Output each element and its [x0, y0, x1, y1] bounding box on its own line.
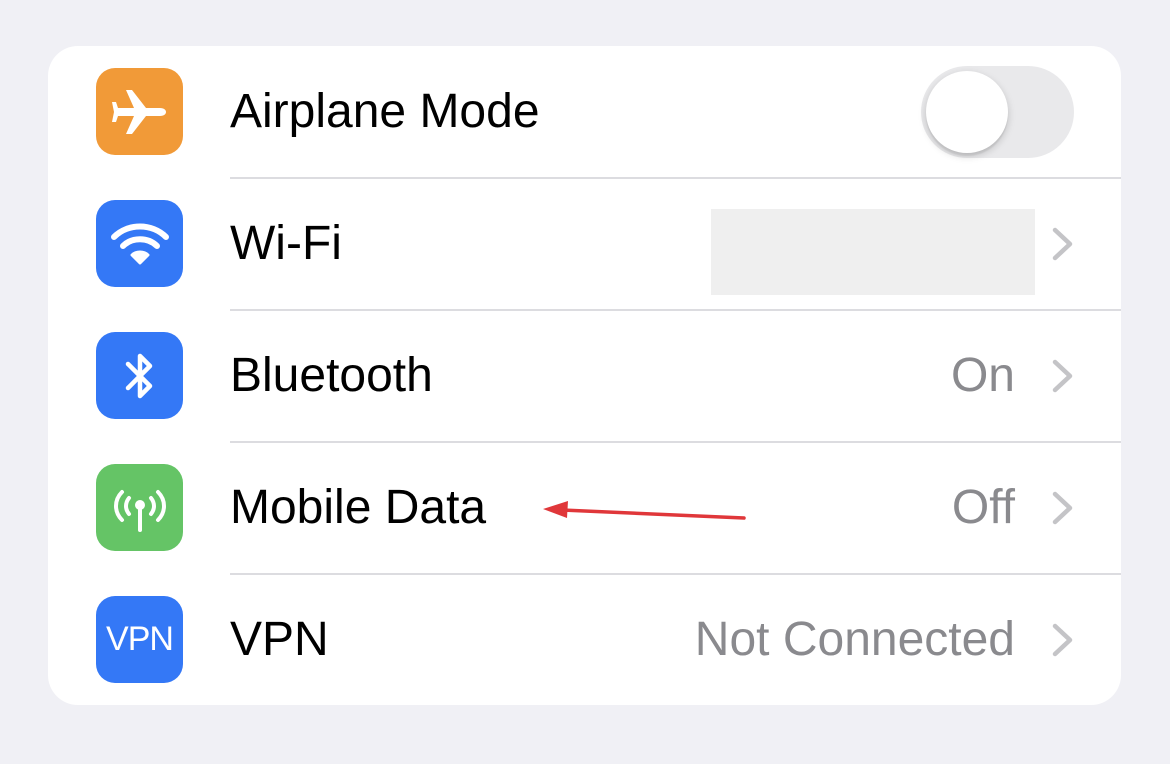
chevron-right-icon — [1052, 227, 1073, 261]
bluetooth-status-value: On — [950, 349, 1015, 402]
wifi-icon — [96, 200, 183, 287]
bluetooth-icon — [96, 332, 183, 419]
airplane-mode-row[interactable]: Airplane Mode — [48, 46, 1121, 178]
vpn-icon: VPN — [96, 596, 183, 683]
vpn-label: VPN — [230, 613, 329, 666]
wifi-network-value-redacted — [711, 209, 1035, 295]
toggle-knob — [926, 71, 1008, 153]
airplane-mode-label: Airplane Mode — [230, 85, 540, 138]
mobile-data-row[interactable]: Mobile Data Off — [48, 442, 1121, 574]
chevron-right-icon — [1052, 359, 1073, 393]
settings-card: Airplane Mode Wi-Fi Bluetooth On Mobile … — [48, 46, 1121, 705]
mobile-data-label: Mobile Data — [230, 481, 487, 534]
wifi-row[interactable]: Wi-Fi — [48, 178, 1121, 310]
chevron-right-icon — [1052, 491, 1073, 525]
bluetooth-label: Bluetooth — [230, 349, 433, 402]
vpn-icon-text: VPN — [106, 620, 174, 658]
wifi-label: Wi-Fi — [230, 217, 342, 270]
antenna-icon — [96, 464, 183, 551]
airplane-mode-toggle[interactable] — [921, 66, 1074, 158]
vpn-row[interactable]: VPN VPN Not Connected — [48, 574, 1121, 706]
vpn-status-value: Not Connected — [694, 613, 1015, 666]
bluetooth-row[interactable]: Bluetooth On — [48, 310, 1121, 442]
airplane-icon — [96, 68, 183, 155]
chevron-right-icon — [1052, 623, 1073, 657]
mobile-data-status-value: Off — [951, 481, 1015, 534]
